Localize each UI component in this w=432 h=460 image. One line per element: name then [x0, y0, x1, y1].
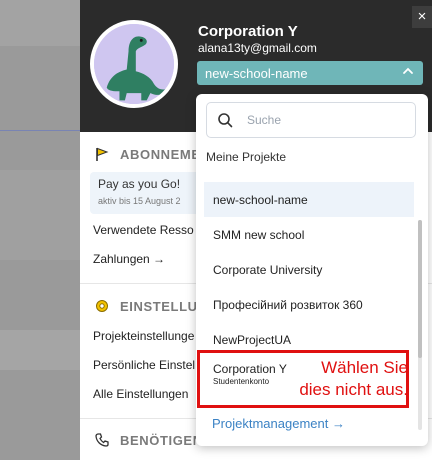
project-item-label: new-school-name: [213, 192, 308, 207]
project-item-professional-development-360[interactable]: Професійний розвиток 360: [204, 287, 414, 322]
phone-icon: [95, 433, 109, 447]
project-item-label: Професійний розвиток 360: [213, 297, 363, 312]
project-item-smm-new-school[interactable]: SMM new school: [204, 217, 414, 252]
project-selector[interactable]: new-school-name: [197, 61, 423, 85]
payments-link[interactable]: Zahlungen →: [93, 252, 165, 266]
help-title: BENÖTIGEN: [120, 432, 203, 448]
org-name: Corporation Y: [198, 23, 298, 40]
projects-heading: Meine Projekte: [206, 150, 287, 164]
annotation-line: dies nicht aus.: [299, 380, 408, 399]
background-app: [0, 0, 80, 460]
background-strip: [0, 170, 80, 260]
user-email: alana13ty@gmail.com: [198, 41, 317, 55]
project-item-corporate-university[interactable]: Corporate University: [204, 252, 414, 287]
project-settings-link[interactable]: Projekteinstellunge: [93, 329, 194, 343]
close-button[interactable]: ×: [412, 6, 432, 28]
gear-icon: [96, 300, 108, 312]
chevron-up-icon: [403, 67, 413, 74]
annotation-text: Wählen Sie dies nicht aus.: [268, 357, 408, 401]
background-divider: [0, 130, 80, 131]
background-strip: [0, 0, 80, 46]
project-item-label: NewProjectUA: [213, 332, 292, 347]
background-strip: [0, 330, 80, 370]
search-input[interactable]: [247, 113, 397, 127]
flag-icon: [96, 147, 109, 161]
avatar: [90, 20, 178, 108]
search-box: [206, 102, 416, 138]
project-item-label: Corporate University: [213, 262, 323, 277]
annotation-line: Wählen Sie: [321, 358, 408, 377]
project-selector-value: new-school-name: [205, 65, 308, 81]
dropdown-scrollbar[interactable]: [418, 220, 422, 430]
scrollbar-thumb[interactable]: [418, 220, 422, 358]
project-item-label: SMM new school: [213, 227, 305, 242]
all-settings-link[interactable]: Alle Einstellungen: [93, 387, 188, 401]
used-resources-link[interactable]: Verwendete Resso: [93, 223, 194, 237]
project-management-link[interactable]: Projektmanagement →: [212, 416, 345, 431]
dinosaur-icon: [94, 24, 174, 104]
personal-settings-link[interactable]: Persönliche Einstel: [93, 358, 195, 372]
project-item-new-school-name[interactable]: new-school-name: [204, 182, 414, 217]
search-icon: [218, 113, 233, 128]
